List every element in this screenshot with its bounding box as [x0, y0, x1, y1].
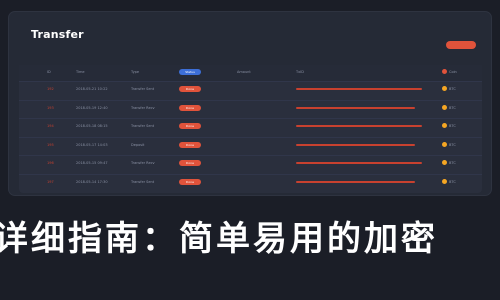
row-id: 193	[47, 105, 54, 110]
table-row[interactable]: 192 2018-05-21 10:22 Transfer Sent Done BTC	[19, 82, 482, 98]
row-time: 2018-05-17 14:03	[76, 142, 108, 147]
row-type: Transfer Recv	[131, 105, 155, 110]
coin-icon	[442, 123, 447, 128]
coin-icon	[442, 178, 447, 184]
coin-label: BTC	[449, 124, 456, 128]
row-id: 195	[47, 142, 54, 147]
row-id: 196	[47, 161, 54, 165]
txid-bar	[296, 143, 415, 146]
action-button[interactable]	[446, 41, 476, 49]
page-title: Transfer	[31, 28, 84, 41]
row-type: Deposit	[131, 142, 145, 147]
txid-bar	[296, 162, 422, 164]
header-coin[interactable]: Coin	[442, 69, 457, 76]
coin-icon	[442, 160, 447, 165]
table-row[interactable]: 196 2018-05-15 09:47 Transfer Recv Done BTC	[19, 156, 482, 172]
row-coin: BTC	[442, 160, 456, 167]
status-badge[interactable]: Done	[179, 104, 201, 111]
header-id[interactable]: ID	[47, 69, 51, 76]
row-type: Transfer Sent	[131, 124, 155, 128]
banner-text: 详细指南：简单易用的加密	[0, 219, 438, 259]
coin-icon	[442, 69, 447, 74]
txid-bar	[296, 106, 415, 109]
status-badge[interactable]: Done	[179, 141, 201, 148]
row-id: 192	[47, 87, 54, 91]
coin-label: BTC	[449, 179, 456, 184]
header-time[interactable]: Time	[76, 69, 85, 76]
row-time: 2018-05-21 10:22	[76, 87, 108, 91]
row-time: 2018-05-19 12:40	[76, 105, 108, 110]
row-type: Transfer Sent	[131, 179, 155, 184]
coin-icon	[442, 86, 447, 91]
row-time: 2018-05-18 08:15	[76, 124, 108, 128]
txid-bar	[296, 180, 415, 183]
header-coin-label: Coin	[449, 70, 457, 74]
table-row[interactable]: 194 2018-05-18 08:15 Transfer Sent Done BTC	[19, 119, 482, 135]
status-badge[interactable]: Done	[179, 123, 201, 129]
coin-label: BTC	[449, 105, 456, 110]
txid-bar	[296, 88, 422, 90]
row-coin: BTC	[442, 123, 456, 130]
row-id: 194	[47, 124, 54, 128]
row-type: Transfer Recv	[131, 161, 155, 165]
header-status[interactable]: Status	[179, 69, 201, 75]
header-type[interactable]: Type	[131, 69, 139, 76]
table-header: ID Time Type Status Amount TxID Coin	[19, 65, 482, 81]
transfers-table: ID Time Type Status Amount TxID Coin 192…	[19, 65, 482, 193]
coin-label: BTC	[449, 87, 456, 91]
coin-icon	[442, 141, 447, 147]
header-txid[interactable]: TxID	[296, 69, 304, 76]
row-coin: BTC	[442, 141, 456, 149]
coin-label: BTC	[449, 142, 456, 147]
row-coin: BTC	[442, 104, 456, 112]
table-row[interactable]: 197 2018-05-14 17:30 Transfer Sent Done BTC	[19, 175, 482, 191]
row-time: 2018-05-14 17:30	[76, 179, 108, 184]
status-badge[interactable]: Done	[179, 86, 201, 92]
row-type: Transfer Sent	[131, 87, 155, 91]
transfer-window: Transfer ID Time Type Status Amount TxID…	[9, 12, 491, 195]
row-coin: BTC	[442, 86, 456, 93]
row-id: 197	[47, 179, 54, 184]
coin-icon	[442, 104, 447, 110]
status-badge[interactable]: Done	[179, 178, 201, 185]
coin-label: BTC	[449, 161, 456, 165]
table-row[interactable]: 193 2018-05-19 12:40 Transfer Recv Done BTC	[19, 101, 482, 117]
table-row[interactable]: 195 2018-05-17 14:03 Deposit Done BTC	[19, 138, 482, 154]
row-time: 2018-05-15 09:47	[76, 161, 108, 165]
status-badge[interactable]: Done	[179, 160, 201, 166]
header-amount[interactable]: Amount	[237, 69, 251, 76]
row-coin: BTC	[442, 178, 456, 186]
txid-bar	[296, 125, 422, 127]
